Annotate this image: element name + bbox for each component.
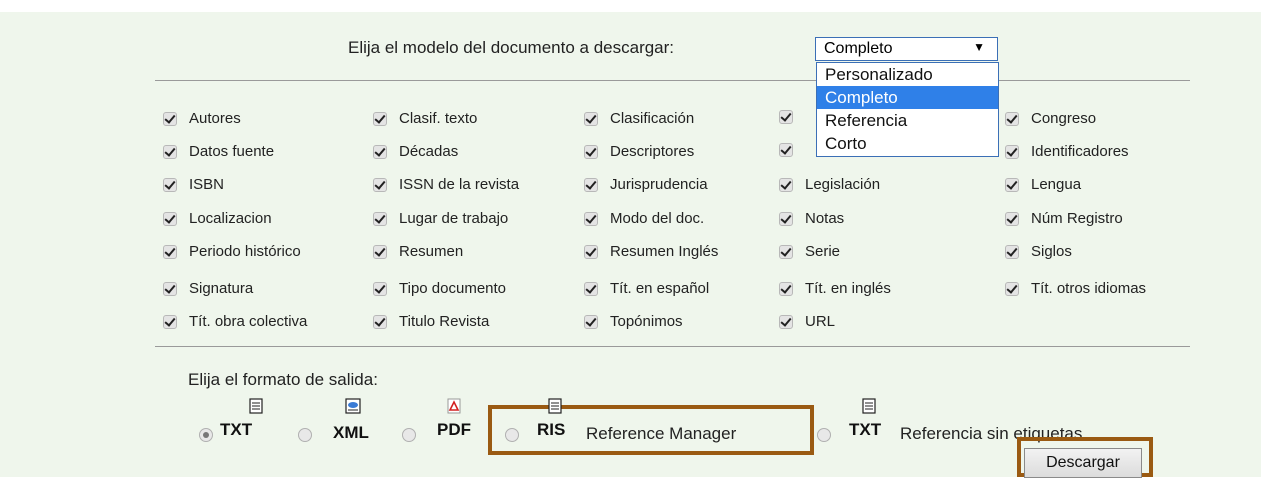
model-option-personalizado[interactable]: Personalizado	[817, 63, 998, 86]
pdf-file-icon	[447, 398, 461, 414]
field-checkbox[interactable]: Décadas	[373, 143, 458, 160]
download-button[interactable]: Descargar	[1024, 448, 1142, 478]
format-radio-txt-sin-etiquetas[interactable]	[817, 428, 831, 442]
format-code-txt-sin-etiquetas: TXT	[849, 420, 882, 439]
field-checkbox[interactable]: Serie	[779, 243, 840, 260]
format-label: Elija el formato de salida:	[188, 370, 378, 389]
checkbox[interactable]	[584, 211, 598, 226]
field-checkbox[interactable]: Datos fuente	[163, 143, 274, 160]
checkbox[interactable]	[1005, 144, 1019, 159]
field-checkbox[interactable]: Tít. en español	[584, 280, 709, 297]
field-checkbox[interactable]: Topónimos	[584, 313, 683, 330]
format-radio-ris[interactable]	[505, 428, 519, 442]
checkbox[interactable]	[1005, 281, 1019, 296]
checkbox[interactable]	[373, 244, 387, 259]
model-label: Elija el modelo del documento a descarga…	[348, 38, 675, 57]
model-option-completo[interactable]: Completo	[817, 86, 998, 109]
checkbox[interactable]	[163, 281, 177, 296]
field-checkbox[interactable]: ISSN de la revista	[373, 176, 519, 193]
checkbox[interactable]	[373, 111, 387, 126]
checkbox[interactable]	[584, 177, 598, 192]
checkbox[interactable]	[163, 144, 177, 159]
checkbox[interactable]	[779, 177, 793, 192]
field-checkbox[interactable]: Modo del doc.	[584, 210, 704, 227]
field-checkbox[interactable]: Clasif. texto	[373, 110, 477, 127]
format-text-ris: Reference Manager	[586, 424, 737, 443]
field-checkbox[interactable]: Lugar de trabajo	[373, 210, 508, 227]
field-checkbox[interactable]: Descriptores	[584, 143, 694, 160]
field-checkbox[interactable]: URL	[779, 313, 835, 330]
checkbox[interactable]	[779, 211, 793, 226]
divider	[155, 346, 1190, 347]
field-checkbox[interactable]: Identificadores	[1005, 143, 1129, 160]
field-checkbox[interactable]: Localizacion	[163, 210, 272, 227]
field-checkbox[interactable]: Lengua	[1005, 176, 1081, 193]
text-file-icon	[548, 398, 562, 414]
checkbox[interactable]	[373, 281, 387, 296]
field-checkbox[interactable]: Autores	[163, 110, 241, 127]
format-radio-txt[interactable]	[199, 428, 213, 442]
field-checkbox[interactable]	[779, 110, 805, 124]
model-select-value: Completo	[824, 40, 893, 57]
field-checkbox[interactable]: Resumen	[373, 243, 463, 260]
checkbox[interactable]	[163, 211, 177, 226]
format-code-xml: XML	[333, 423, 369, 442]
field-checkbox[interactable]: ISBN	[163, 176, 224, 193]
checkbox[interactable]	[373, 177, 387, 192]
checkbox[interactable]	[584, 111, 598, 126]
field-checkbox[interactable]: Resumen Inglés	[584, 243, 718, 260]
format-code-pdf: PDF	[437, 420, 471, 439]
checkbox[interactable]	[779, 143, 793, 157]
field-checkbox[interactable]: Legislación	[779, 176, 880, 193]
format-code-ris: RIS	[537, 420, 566, 439]
checkbox[interactable]	[779, 314, 793, 329]
field-checkbox[interactable]: Tít. en inglés	[779, 280, 891, 297]
checkbox[interactable]	[163, 314, 177, 329]
text-file-icon	[249, 398, 263, 414]
download-panel: Elija el modelo del documento a descarga…	[0, 0, 1261, 478]
model-dropdown-list: Personalizado Completo Referencia Corto	[816, 62, 999, 157]
model-option-referencia[interactable]: Referencia	[817, 109, 998, 132]
checkbox[interactable]	[373, 314, 387, 329]
checkbox[interactable]	[584, 144, 598, 159]
checkbox[interactable]	[584, 281, 598, 296]
chevron-down-icon: ▼	[973, 40, 985, 54]
checkbox[interactable]	[1005, 244, 1019, 259]
checkbox[interactable]	[584, 244, 598, 259]
field-checkbox[interactable]: Signatura	[163, 280, 253, 297]
field-checkbox[interactable]: Jurisprudencia	[584, 176, 708, 193]
field-checkbox[interactable]: Notas	[779, 210, 844, 227]
format-radio-xml[interactable]	[298, 428, 312, 442]
checkbox[interactable]	[779, 110, 793, 124]
field-checkbox[interactable]: Clasificación	[584, 110, 694, 127]
checkbox[interactable]	[163, 177, 177, 192]
checkbox[interactable]	[163, 111, 177, 126]
field-checkbox[interactable]: Tipo documento	[373, 280, 506, 297]
field-checkbox[interactable]: Tít. obra colectiva	[163, 313, 307, 330]
field-checkbox[interactable]: Siglos	[1005, 243, 1072, 260]
divider	[155, 80, 1190, 81]
field-checkbox[interactable]: Titulo Revista	[373, 313, 489, 330]
format-code-txt: TXT	[220, 420, 253, 439]
checkbox[interactable]	[373, 211, 387, 226]
checkbox[interactable]	[163, 244, 177, 259]
field-checkbox[interactable]: Tít. otros idiomas	[1005, 280, 1146, 297]
field-checkbox[interactable]	[779, 143, 805, 157]
format-radio-pdf[interactable]	[402, 428, 416, 442]
checkbox[interactable]	[1005, 177, 1019, 192]
xml-file-icon	[345, 398, 361, 414]
field-checkbox[interactable]: Congreso	[1005, 110, 1096, 127]
checkbox[interactable]	[1005, 211, 1019, 226]
field-checkbox[interactable]: Periodo histórico	[163, 243, 301, 260]
checkbox[interactable]	[373, 144, 387, 159]
field-checkbox[interactable]: Núm Registro	[1005, 210, 1123, 227]
model-option-corto[interactable]: Corto	[817, 132, 998, 155]
text-file-icon	[862, 398, 876, 414]
checkbox[interactable]	[584, 314, 598, 329]
checkbox[interactable]	[1005, 111, 1019, 126]
checkbox[interactable]	[779, 281, 793, 296]
model-select[interactable]: Completo ▼	[815, 37, 998, 61]
checkbox[interactable]	[779, 244, 793, 259]
